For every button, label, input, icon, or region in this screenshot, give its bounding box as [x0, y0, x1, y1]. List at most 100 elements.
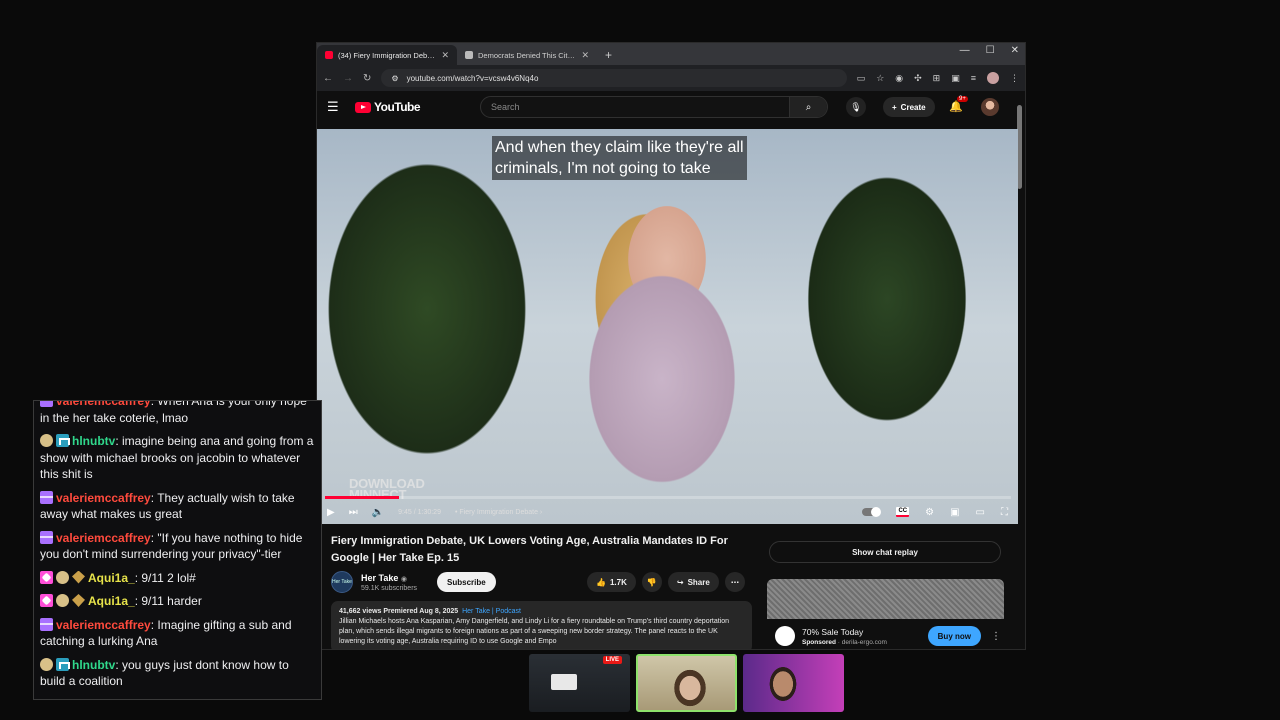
theater-mode-icon[interactable]: ▭ — [976, 507, 985, 518]
chat-text: 9/11 2 lol# — [141, 570, 196, 585]
forward-icon[interactable]: → — [343, 73, 353, 84]
chat-username[interactable]: valeriemccaffrey — [56, 531, 151, 545]
emote-badge-icon[interactable] — [40, 657, 53, 671]
bookmark-star-icon[interactable]: ☆ — [876, 73, 884, 84]
hamburger-menu-icon[interactable]: ☰ — [327, 99, 343, 115]
chat-text: 9/11 harder — [141, 594, 202, 608]
show-chat-replay-button[interactable]: Show chat replay — [769, 541, 1001, 563]
like-button[interactable]: 👍 1.7K — [587, 572, 636, 592]
gift-badge-icon[interactable] — [40, 401, 53, 407]
chat-username[interactable]: hlnubtv — [72, 658, 115, 672]
subtitles-icon[interactable]: CC — [896, 507, 910, 517]
webcam-tile — [636, 654, 737, 712]
verified-icon: ◉ — [400, 575, 407, 583]
dislike-button[interactable]: 👎 — [641, 572, 662, 592]
voice-search-button[interactable]: 🎙 — [846, 97, 866, 117]
video-actions: 👍 1.7K 👎 ↪ Share ⋯ — [587, 572, 745, 592]
buy-now-button[interactable]: Buy now — [927, 626, 981, 646]
new-tab-button[interactable]: + — [597, 45, 620, 65]
youtube-logo[interactable]: YouTube — [355, 100, 421, 114]
thumbs-down-icon: 👎 — [646, 577, 657, 587]
side-panel-icon[interactable]: ▣ — [951, 73, 960, 84]
heart-badge-icon[interactable] — [40, 594, 53, 607]
ad-title[interactable]: 70% Sale Today — [802, 627, 887, 637]
heart-badge-icon[interactable] — [40, 570, 53, 584]
more-actions-button[interactable]: ⋯ — [724, 572, 745, 592]
fullscreen-icon[interactable]: ⛶ — [1001, 507, 1008, 518]
extensions-icon[interactable]: ⊞ — [933, 73, 941, 84]
account-avatar[interactable] — [981, 98, 999, 116]
maximize-icon[interactable]: ☐ — [986, 45, 995, 56]
search-button[interactable]: ⌕ — [789, 97, 827, 117]
channel-info: Her Take ◉ 59.1K subscribers — [361, 573, 417, 592]
description-tags[interactable]: Her Take | Podcast — [462, 608, 521, 615]
extension-badge-icon[interactable]: ◉ — [895, 73, 903, 84]
search-input[interactable] — [481, 102, 789, 112]
crown-badge-icon[interactable] — [56, 657, 70, 671]
reload-icon[interactable]: ↻ — [363, 73, 371, 84]
profile-avatar[interactable] — [987, 72, 999, 84]
more-icon: ⋯ — [730, 577, 739, 587]
video-player[interactable]: And when they claim like they're all cri… — [317, 129, 1018, 524]
gift-badge-icon[interactable] — [40, 530, 53, 544]
notifications-button[interactable]: 🔔 9+ — [949, 96, 968, 113]
advertiser-logo[interactable] — [775, 626, 795, 646]
emote-badge-icon[interactable] — [56, 594, 69, 607]
plus-icon: + — [892, 102, 897, 112]
site-info-icon[interactable]: ⚙ — [391, 74, 398, 83]
chat-username[interactable]: Aqui1a_ — [88, 571, 135, 585]
emote-badge-icon[interactable] — [56, 570, 69, 584]
subscribe-button[interactable]: Subscribe — [437, 572, 496, 592]
gift-badge-icon[interactable] — [40, 617, 53, 631]
video-title: Fiery Immigration Debate, UK Lowers Voti… — [331, 535, 728, 564]
chat-message: valeriemccaffrey: They actually wish to … — [40, 490, 315, 523]
share-button[interactable]: ↪ Share — [667, 572, 719, 592]
close-window-icon[interactable]: ✕ — [1011, 45, 1019, 56]
minimize-icon[interactable]: — — [960, 45, 970, 56]
channel-avatar[interactable]: Her Take — [331, 571, 353, 593]
bell-icon: 🔔 — [949, 101, 963, 113]
close-tab-icon[interactable]: ✕ — [441, 50, 449, 61]
ad-menu-icon[interactable]: ⋮ — [988, 631, 1004, 642]
close-tab-icon[interactable]: ✕ — [581, 50, 589, 61]
autoplay-toggle[interactable] — [862, 507, 882, 517]
chat-message: valeriemccaffrey: Imagine gifting a sub … — [40, 617, 315, 650]
chat-separator: : — [115, 434, 122, 448]
miniplayer-icon[interactable]: ▣ — [950, 507, 959, 518]
chat-username[interactable]: hlnubtv — [72, 434, 115, 448]
create-button[interactable]: + Create — [883, 97, 935, 117]
play-icon[interactable]: ▶ — [327, 507, 335, 518]
tab-youtube[interactable]: (34) Fiery Immigration Debate, ✕ — [317, 45, 457, 65]
chapter-title[interactable]: • Fiery Immigration Debate › — [455, 509, 542, 516]
channel-name[interactable]: Her Take ◉ — [361, 573, 417, 583]
chat-username[interactable]: valeriemccaffrey — [56, 618, 151, 632]
crown-badge-icon[interactable] — [56, 434, 70, 447]
gift-badge-icon[interactable] — [40, 490, 53, 504]
share-icon: ↪ — [676, 577, 684, 587]
webcam-tile: LIVE — [529, 654, 630, 712]
chat-message: hlnubtv: you guys just dont know how to … — [40, 657, 315, 690]
gem-badge-icon[interactable] — [72, 570, 85, 584]
next-icon[interactable]: ⏭ — [349, 507, 358, 518]
gem-badge-icon[interactable] — [72, 594, 85, 607]
puzzle-extension-icon[interactable]: ✣ — [914, 73, 922, 84]
stream-chat: valeriemccaffrey: When Ana is your only … — [33, 400, 322, 700]
progress-bar[interactable] — [325, 496, 1011, 499]
description-box[interactable]: 41,662 views Premiered Aug 8, 2025 Her T… — [331, 601, 752, 649]
back-icon[interactable]: ← — [323, 73, 333, 84]
ad-thumbnail[interactable] — [767, 579, 1004, 619]
tab-democrats[interactable]: Democrats Denied This City Ha ✕ — [457, 45, 597, 65]
chat-username[interactable]: Aqui1a_ — [88, 594, 135, 608]
url-field[interactable]: ⚙ youtube.com/watch?v=vcsw4v6Nq4o — [381, 69, 847, 87]
settings-gear-icon[interactable]: ⚙ — [925, 507, 934, 518]
microphone-icon: 🎙 — [850, 101, 862, 112]
cast-icon[interactable]: ▭ — [857, 73, 866, 84]
reading-list-icon[interactable]: ≡ — [971, 73, 976, 83]
window-controls: — ☐ ✕ — [960, 45, 1019, 56]
browser-menu-icon[interactable]: ⋮ — [1010, 73, 1019, 84]
chat-username[interactable]: valeriemccaffrey — [56, 401, 151, 408]
chat-separator: : — [115, 657, 122, 672]
chat-username[interactable]: valeriemccaffrey — [56, 491, 151, 505]
emote-badge-icon[interactable] — [40, 434, 53, 447]
volume-icon[interactable]: 🔈 — [372, 507, 384, 518]
